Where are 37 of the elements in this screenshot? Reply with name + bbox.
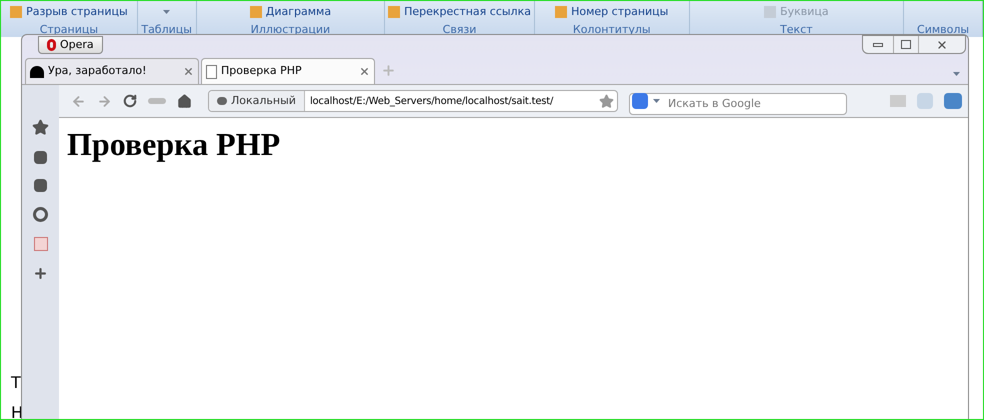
- group-label: Иллюстрации: [250, 23, 332, 36]
- tab-title: Ура, заработало!: [48, 63, 148, 80]
- page-icon: [206, 64, 217, 78]
- maximize-button[interactable]: [893, 36, 919, 53]
- group-label: Символы: [916, 23, 970, 36]
- caret-icon: [953, 72, 960, 76]
- group-label: Текст: [779, 23, 814, 36]
- close-icon: [936, 38, 948, 50]
- search-field[interactable]: Искать в Google: [629, 92, 847, 114]
- group-label: Таблицы: [140, 23, 193, 36]
- browser-tab[interactable]: Ура, заработало!: [25, 58, 199, 84]
- caret-icon: [653, 99, 660, 103]
- document-text: Т: [11, 372, 21, 394]
- url-text: localhost/E:/Web_Servers/home/localhost/sait.test/: [308, 94, 554, 108]
- add-icon[interactable]: [33, 266, 48, 281]
- zone-label: Локальный: [209, 91, 305, 111]
- ribbon-button[interactable]: Перекрестная ссылка: [388, 4, 531, 20]
- ribbon-button[interactable]: Диаграмма: [250, 4, 332, 20]
- group-label: Страницы: [38, 23, 100, 36]
- reload-icon[interactable]: [123, 94, 137, 108]
- opera-menu-button[interactable]: Opera: [38, 36, 103, 54]
- group-label: Связи: [442, 23, 478, 36]
- close-tab-icon[interactable]: [359, 66, 370, 77]
- page-heading: Проверка PHP: [67, 126, 282, 162]
- group-label: Колонтитулы: [572, 23, 652, 36]
- browser-tab[interactable]: Проверка PHP: [201, 58, 375, 84]
- tab-title: Проверка PHP: [221, 63, 303, 80]
- home-icon[interactable]: [177, 94, 192, 108]
- ribbon-button[interactable]: Номер страницы: [555, 4, 668, 20]
- star-icon[interactable]: [599, 94, 614, 108]
- address-field[interactable]: Локальный localhost/E:/Web_Servers/home/localhost/sait.test/: [208, 90, 618, 112]
- ribbon-button[interactable]: Разрыв страницы: [10, 4, 128, 20]
- caret-icon: [163, 10, 170, 14]
- tab-menu-icon[interactable]: [953, 72, 960, 76]
- bookmark-icon[interactable]: [32, 119, 49, 136]
- close-tab-icon[interactable]: [183, 66, 194, 77]
- opera-logo-icon: [47, 39, 56, 51]
